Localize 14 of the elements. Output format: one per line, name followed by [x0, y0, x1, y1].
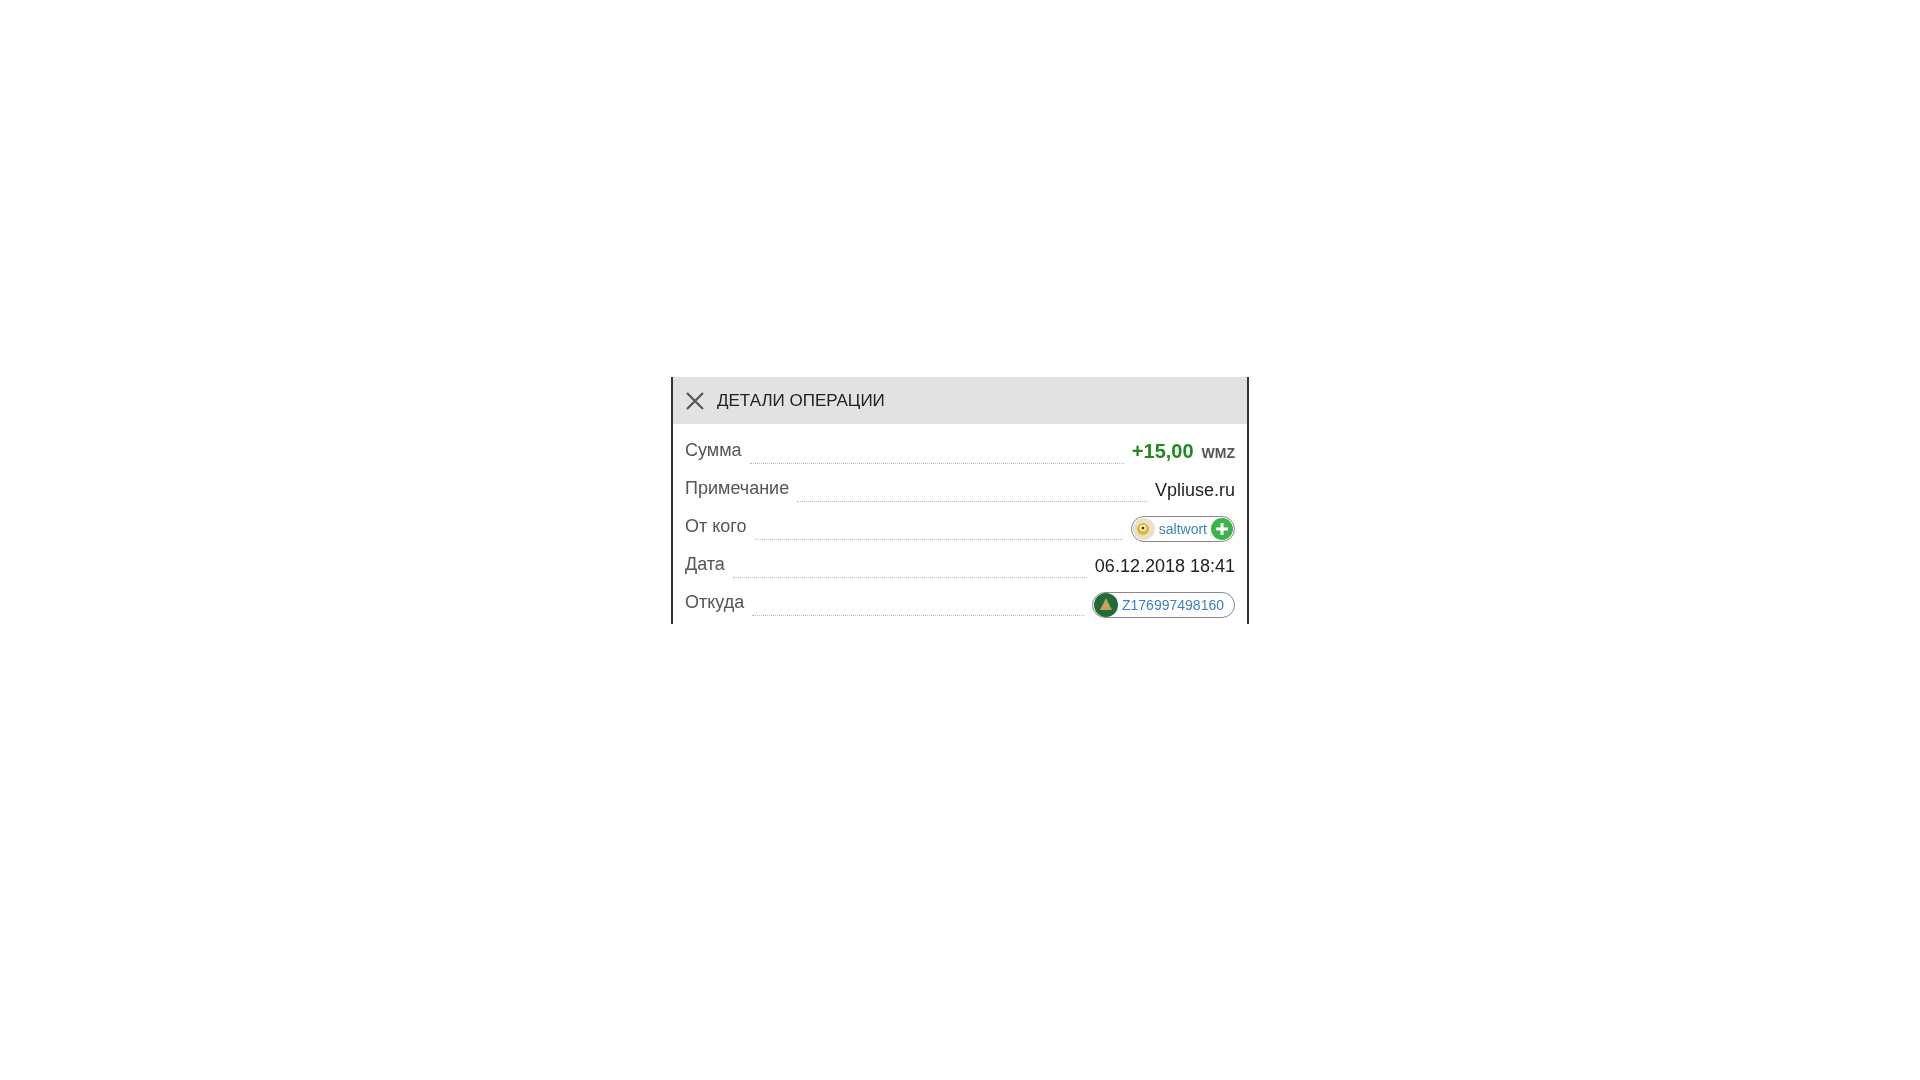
currency-unit: WMZ	[1201, 444, 1235, 463]
detail-value: 06.12.2018 18:41	[1094, 555, 1235, 578]
add-icon[interactable]	[1211, 518, 1233, 540]
dialog-title: ДЕТАЛИ ОПЕРАЦИИ	[717, 389, 885, 412]
detail-label: Сумма	[685, 439, 742, 462]
close-icon[interactable]	[685, 390, 705, 411]
amount-value: +15,00	[1131, 439, 1194, 464]
detail-label: Дата	[685, 553, 725, 576]
detail-label: Откуда	[685, 591, 745, 614]
detail-value: Vpliuse.ru	[1154, 479, 1235, 502]
detail-label: Примечание	[685, 477, 790, 500]
avatar-icon	[1132, 518, 1155, 540]
purse-icon	[1094, 593, 1118, 617]
detail-label: От кого	[685, 515, 747, 538]
